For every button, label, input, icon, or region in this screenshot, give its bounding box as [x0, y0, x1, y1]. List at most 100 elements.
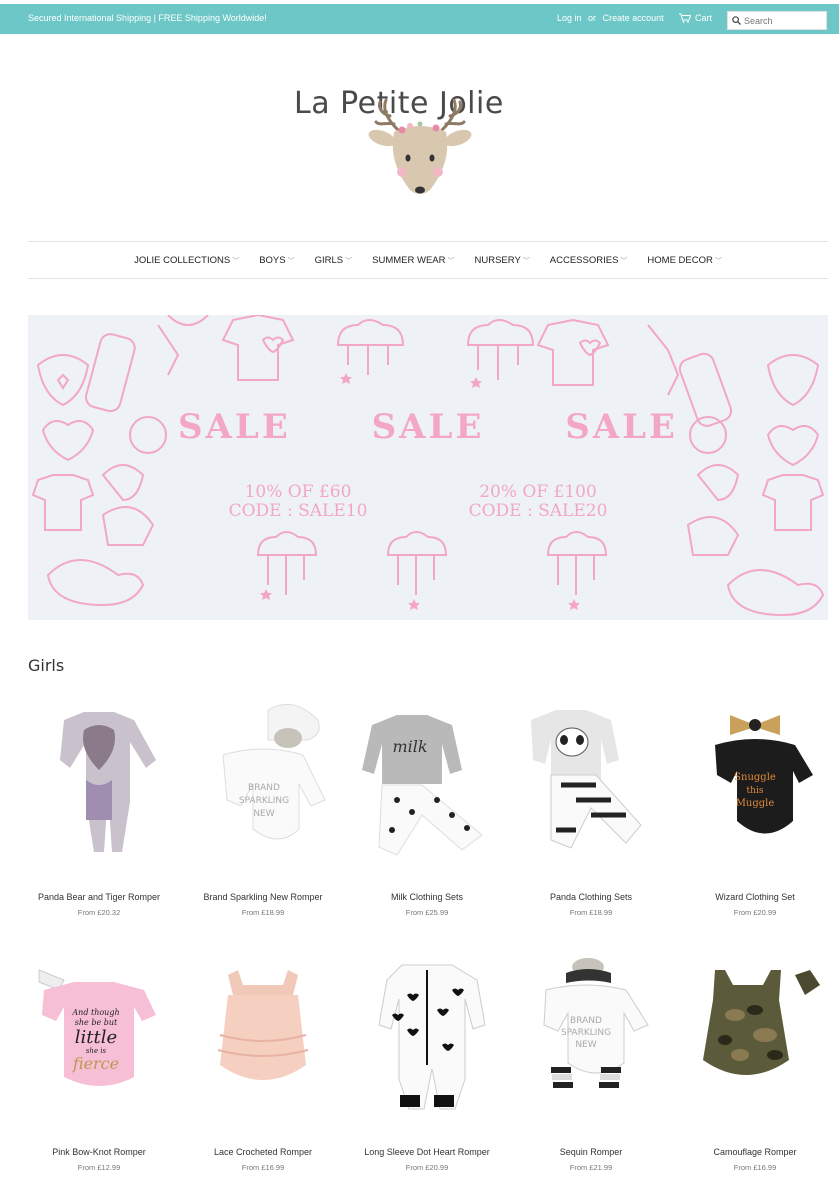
little-text: And though	[71, 1008, 119, 1017]
nav-label: NURSERY	[474, 254, 521, 266]
brand-text: SPARKLING	[239, 796, 289, 806]
offer-2-text: 20% OF £100	[479, 482, 597, 502]
product-image[interactable]: And though she be but little she is fier…	[24, 955, 174, 1115]
nav-label: SUMMER WEAR	[372, 254, 446, 266]
product-image[interactable]: BRAND SPARKLING NEW	[188, 700, 338, 860]
product-card[interactable]: Long Sleeve Dot Heart Romper From £20.99	[352, 955, 502, 1172]
brand-text: NEW	[575, 1040, 596, 1050]
product-price: From £21.99	[569, 1163, 613, 1172]
create-account-link[interactable]: Create account	[603, 13, 664, 23]
product-name[interactable]: Panda Bear and Tiger Romper	[24, 892, 174, 902]
product-image[interactable]	[352, 955, 502, 1115]
sale-banner[interactable]: SALE SALE SALE 10% OF £60 CODE : SALE10 …	[28, 315, 828, 620]
wizard-text: this	[747, 786, 764, 796]
product-card[interactable]: And though she be but little she is fier…	[24, 955, 174, 1172]
product-card[interactable]: BRAND SPARKLING NEW Sequin Romper From £…	[516, 955, 666, 1172]
announcement-bar: Secured International Shipping | FREE Sh…	[0, 4, 839, 34]
chevron-down-icon: ﹀	[447, 257, 455, 265]
offer-2: 20% OF £100 CODE : SALE20	[423, 483, 653, 521]
brand-text: BRAND	[248, 783, 280, 793]
product-price: From £12.99	[77, 1163, 121, 1172]
wizard-text: Snuggle	[734, 772, 776, 783]
product-image[interactable]: milk	[352, 700, 502, 860]
nav-accessories[interactable]: ACCESSORIES ﹀	[550, 255, 628, 266]
product-price: From £20.99	[405, 1163, 449, 1172]
product-image[interactable]	[516, 700, 666, 860]
product-image[interactable]: BRAND SPARKLING NEW	[516, 955, 666, 1115]
product-card[interactable]: BRAND SPARKLING NEW Brand Sparkling New …	[188, 700, 338, 917]
deer-logo-icon	[368, 98, 472, 194]
product-price: From £18.99	[569, 908, 613, 917]
brand-text: NEW	[253, 809, 274, 819]
wizard-text: Muggle	[736, 798, 775, 809]
search-icon	[732, 16, 741, 25]
product-image[interactable]: Snuggle this Muggle	[680, 700, 830, 860]
product-name[interactable]: Brand Sparkling New Romper	[188, 892, 338, 902]
brand-text: BRAND	[570, 1016, 602, 1026]
offer-1: 10% OF £60 CODE : SALE10	[188, 483, 408, 521]
product-price: From £16.99	[733, 1163, 777, 1172]
little-text: little	[75, 1027, 117, 1048]
product-price: From £16.99	[241, 1163, 285, 1172]
chevron-down-icon: ﹀	[714, 257, 722, 265]
milk-text: milk	[392, 737, 427, 756]
little-text: fierce	[72, 1054, 119, 1073]
chevron-down-icon: ﹀	[522, 257, 530, 265]
product-price: From £20.99	[733, 908, 777, 917]
product-price: From £20.32	[77, 908, 121, 917]
product-name[interactable]: Sequin Romper	[516, 1147, 666, 1157]
product-card[interactable]: Panda Clothing Sets From £18.99	[516, 700, 666, 917]
little-text: she be but	[75, 1018, 118, 1027]
product-card[interactable]: milk Milk Clothing Sets From £25.99	[352, 700, 502, 917]
product-name[interactable]: Long Sleeve Dot Heart Romper	[352, 1147, 502, 1157]
nav-girls[interactable]: GIRLS ﹀	[315, 255, 353, 266]
product-name[interactable]: Lace Crocheted Romper	[188, 1147, 338, 1157]
search-input[interactable]	[744, 15, 822, 26]
product-image[interactable]	[188, 955, 338, 1115]
account-links: Log in or Create account	[557, 13, 668, 23]
bib-doodle	[36, 354, 90, 407]
nav-label: GIRLS	[314, 254, 344, 266]
cart-icon	[679, 13, 691, 23]
nav-summer-wear[interactable]: SUMMER WEAR ﹀	[372, 255, 454, 266]
product-price: From £18.99	[241, 908, 285, 917]
product-image[interactable]	[680, 955, 830, 1115]
product-card[interactable]: Panda Bear and Tiger Romper From £20.32	[24, 700, 174, 917]
store-logo[interactable]: La Petite Jolie	[290, 72, 550, 202]
brand-text: SPARKLING	[561, 1028, 611, 1038]
product-card[interactable]: Snuggle this Muggle Wizard Clothing Set …	[680, 700, 830, 917]
shipping-promo: Secured International Shipping | FREE Sh…	[28, 13, 267, 23]
nav-boys[interactable]: BOYS ﹀	[259, 255, 294, 266]
product-name[interactable]: Milk Clothing Sets	[352, 892, 502, 902]
sale-word: SALE	[371, 407, 485, 447]
sale-headline: SALE SALE SALE	[178, 407, 678, 447]
main-navigation: JOLIE COLLECTIONS ﹀ BOYS ﹀ GIRLS ﹀ SUMMER W…	[28, 241, 828, 279]
product-name[interactable]: Pink Bow-Knot Romper	[24, 1147, 174, 1157]
nav-nursery[interactable]: NURSERY ﹀	[475, 255, 530, 266]
cart-label: Cart	[695, 13, 713, 23]
nav-label: JOLIE COLLECTIONS	[134, 254, 231, 266]
product-image[interactable]	[24, 700, 174, 860]
nav-home-decor[interactable]: HOME DECOR ﹀	[647, 255, 721, 266]
baby-doodle-pattern	[31, 315, 825, 617]
product-card[interactable]: Camouflage Romper From £16.99	[680, 955, 830, 1172]
product-price: From £25.99	[405, 908, 449, 917]
chevron-down-icon: ﹀	[287, 257, 295, 265]
login-link[interactable]: Log in	[557, 13, 582, 23]
offer-2-code: CODE : SALE20	[468, 501, 608, 521]
product-name[interactable]: Panda Clothing Sets	[516, 892, 666, 902]
nav-label: HOME DECOR	[647, 254, 713, 266]
product-card[interactable]: Lace Crocheted Romper From £16.99	[188, 955, 338, 1172]
product-name[interactable]: Wizard Clothing Set	[680, 892, 830, 902]
product-name[interactable]: Camouflage Romper	[680, 1147, 830, 1157]
search-box[interactable]	[727, 11, 827, 30]
offer-1-code: CODE : SALE10	[228, 501, 368, 521]
chevron-down-icon: ﹀	[345, 257, 353, 265]
sale-word: SALE	[178, 407, 291, 447]
cart-link[interactable]: Cart	[679, 13, 712, 23]
or-text: or	[588, 13, 597, 23]
nav-jolie-collections[interactable]: JOLIE COLLECTIONS ﹀	[134, 255, 239, 266]
nav-label: ACCESSORIES	[549, 254, 619, 266]
nav-label: BOYS	[259, 254, 286, 266]
chevron-down-icon: ﹀	[620, 257, 628, 265]
